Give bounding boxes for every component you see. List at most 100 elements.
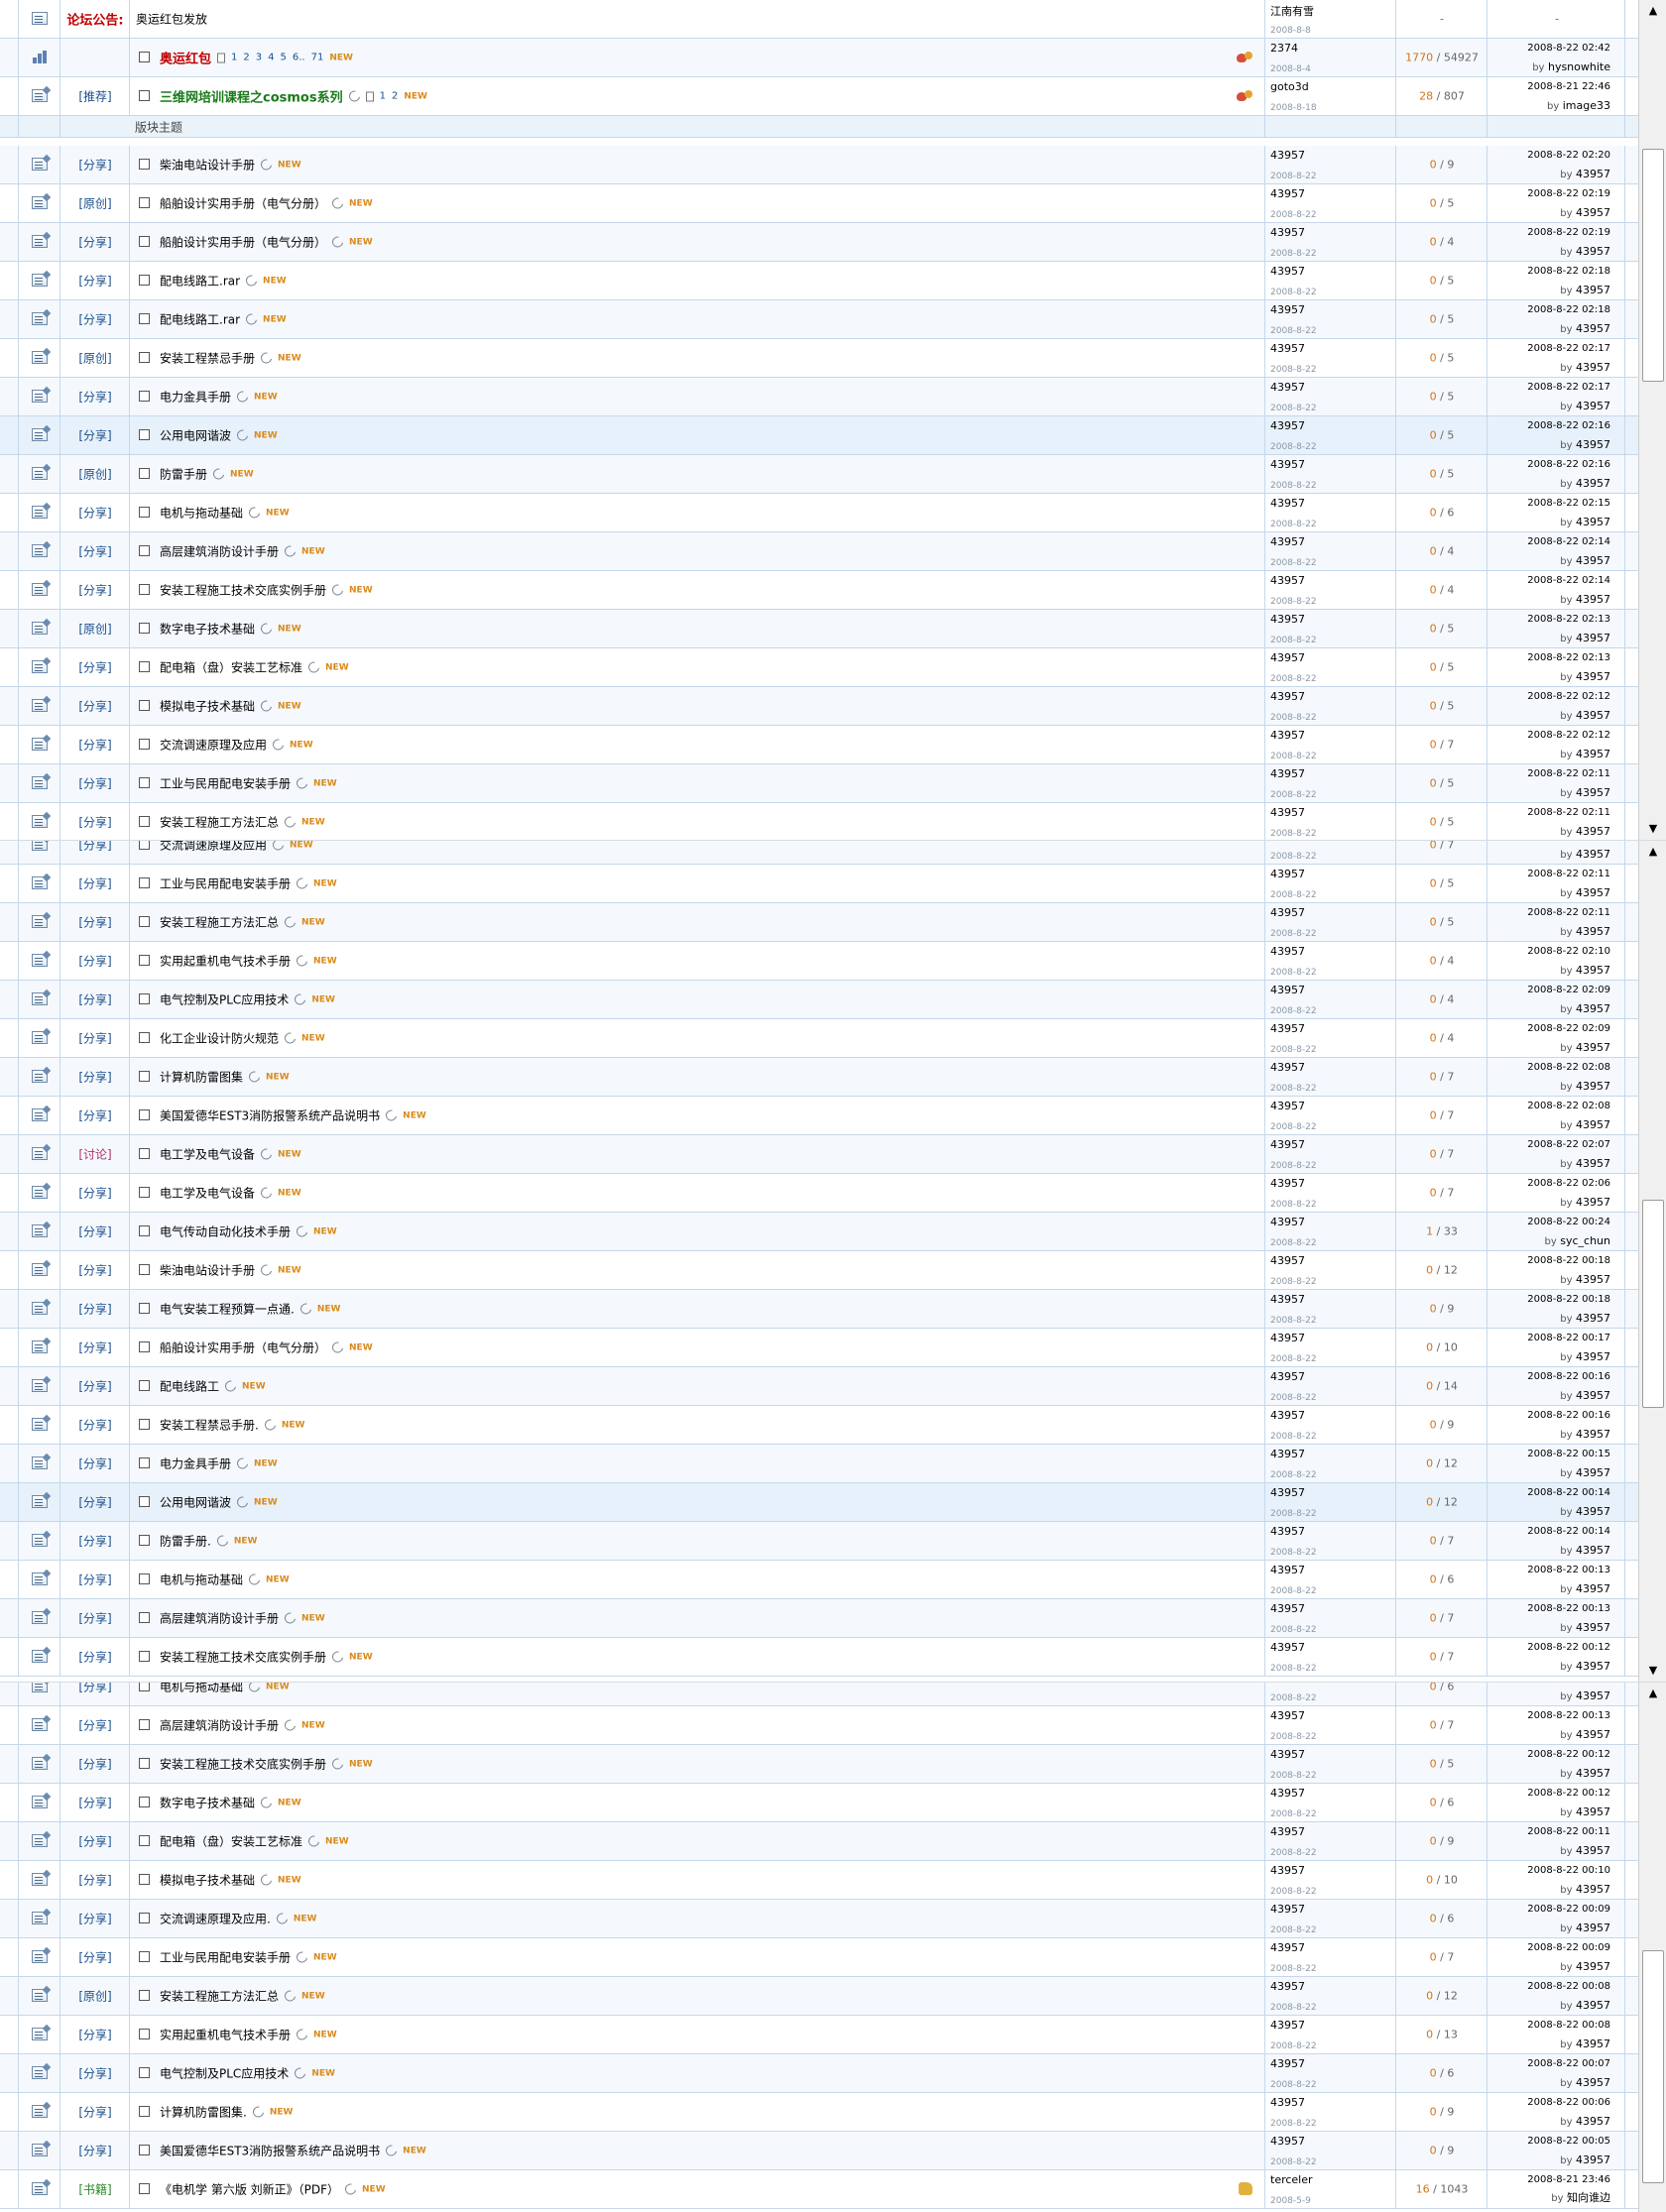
topic-title-link[interactable]: 高层建筑消防设计手册 <box>160 1717 279 1734</box>
author-link[interactable]: 43957 <box>1270 342 1305 355</box>
last-poster-link[interactable]: 43957 <box>1576 1921 1610 1934</box>
author-link[interactable]: 43957 <box>1270 2135 1305 2148</box>
topic-title-link[interactable]: 模拟电子技术基础 <box>160 1872 255 1889</box>
topic-status-icon[interactable] <box>32 1340 48 1353</box>
topic-status-icon[interactable] <box>32 235 48 248</box>
last-post-time-link[interactable]: 2008-8-21 22:46 <box>1527 81 1610 92</box>
vertical-scrollbar[interactable]: ▲ ▼ <box>1638 841 1666 1682</box>
topic-type-link[interactable]: [分享] <box>60 1649 130 1666</box>
topic-type-link[interactable]: [原创] <box>60 195 130 212</box>
author-link[interactable]: terceler <box>1270 2173 1313 2186</box>
topic-type-link[interactable]: [分享] <box>60 427 130 444</box>
topic-select-checkbox[interactable] <box>139 313 150 324</box>
last-post-time-link[interactable]: 2008-8-22 00:12 <box>1527 1642 1610 1653</box>
topic-type-link[interactable]: [讨论] <box>60 1146 130 1163</box>
page-link[interactable]: 2 <box>392 91 398 102</box>
topic-title-link[interactable]: 工业与民用配电安装手册 <box>160 875 291 892</box>
topic-title-link[interactable]: 电力金具手册 <box>160 1455 231 1472</box>
topic-status-icon[interactable] <box>32 2144 48 2156</box>
topic-type-link[interactable]: [分享] <box>60 1717 130 1734</box>
topic-select-checkbox[interactable] <box>139 1225 150 1236</box>
topic-select-checkbox[interactable] <box>139 955 150 966</box>
topic-select-checkbox[interactable] <box>139 1032 150 1043</box>
topic-type-link[interactable]: [分享] <box>60 775 130 792</box>
last-poster-link[interactable]: 43957 <box>1576 925 1610 938</box>
topic-type-link[interactable]: [分享] <box>60 1107 130 1124</box>
last-poster-link[interactable]: 43957 <box>1576 361 1610 374</box>
topic-type-link[interactable]: [分享] <box>60 234 130 251</box>
topic-status-icon[interactable] <box>32 2066 48 2079</box>
topic-status-icon[interactable] <box>32 622 48 635</box>
scroll-down-icon[interactable]: ▼ <box>1643 1662 1663 1680</box>
page-link[interactable]: 5 <box>281 53 287 63</box>
scroll-thumb[interactable] <box>1642 149 1664 382</box>
last-post-time-link[interactable]: 2008-8-22 00:24 <box>1527 1217 1610 1227</box>
topic-type-link[interactable]: [分享] <box>60 1683 130 1695</box>
topic-select-checkbox[interactable] <box>139 1797 150 1807</box>
last-poster-link[interactable]: 43957 <box>1576 245 1610 258</box>
last-poster-link[interactable]: hysnowhite <box>1548 60 1610 73</box>
page-link[interactable]: 71 <box>311 53 324 63</box>
last-poster-link[interactable]: 43957 <box>1576 477 1610 490</box>
last-poster-link[interactable]: syc_chun <box>1560 1234 1610 1247</box>
author-link[interactable]: goto3d <box>1270 80 1309 93</box>
last-poster-link[interactable]: 43957 <box>1576 1767 1610 1780</box>
last-poster-link[interactable]: 43957 <box>1576 1080 1610 1093</box>
topic-title-link[interactable]: 船舶设计实用手册（电气分册） <box>160 234 326 251</box>
last-post-time-link[interactable]: 2008-8-22 00:05 <box>1527 2136 1610 2147</box>
topic-title-link[interactable]: 数字电子技术基础 <box>160 1795 255 1811</box>
topic-title-link[interactable]: 安装工程施工方法汇总 <box>160 814 279 831</box>
topic-type-link[interactable]: [分享] <box>60 1262 130 1279</box>
topic-status-icon[interactable] <box>32 506 48 519</box>
topic-status-icon[interactable] <box>32 1147 48 1160</box>
topic-row[interactable]: [分享] 电机与拖动基础 NEW 43957 2008-8-22 0 / 6 2008-8-… <box>0 1561 1666 1599</box>
topic-row[interactable]: [分享] 电气控制及PLC应用技术 NEW 43957 2008-8-22 0 / 4 20… <box>0 981 1666 1019</box>
topic-title-link[interactable]: 电气安装工程预算一点通. <box>160 1301 295 1318</box>
author-link[interactable]: 43957 <box>1270 1448 1305 1460</box>
topic-type-link[interactable]: [原创] <box>60 466 130 483</box>
topic-row[interactable]: [原创] 船舶设计实用手册（电气分册） NEW 43957 2008-8-22 0 / 5… <box>0 184 1666 223</box>
topic-title-link[interactable]: 工业与民用配电安装手册 <box>160 1949 291 1966</box>
topic-status-icon[interactable] <box>32 2182 48 2195</box>
topic-title-link[interactable]: 美国爱德华EST3消防报警系统产品说明书 <box>160 1107 380 1124</box>
last-post-time-link[interactable]: 2008-8-22 02:11 <box>1527 768 1610 779</box>
topic-type-link[interactable]: [分享] <box>60 582 130 599</box>
last-post-time-link[interactable]: 2008-8-22 02:11 <box>1527 869 1610 879</box>
author-link[interactable]: 43957 <box>1270 1254 1305 1267</box>
topic-row[interactable]: [分享] 电气安装工程预算一点通. NEW 43957 2008-8-22 0 / 9 20… <box>0 1290 1666 1329</box>
topic-select-checkbox[interactable] <box>139 1874 150 1885</box>
topic-select-checkbox[interactable] <box>139 1951 150 1962</box>
topic-select-checkbox[interactable] <box>139 2029 150 2039</box>
topic-title-link[interactable]: 配电线路工.rar <box>160 311 240 328</box>
topic-status-icon[interactable] <box>32 390 48 403</box>
topic-title-link[interactable]: 计算机防雷图集 <box>160 1069 243 1086</box>
last-post-time-link[interactable]: 2008-8-22 02:19 <box>1527 188 1610 199</box>
topic-status-icon[interactable] <box>32 992 48 1005</box>
topic-select-checkbox[interactable] <box>139 816 150 827</box>
last-poster-link[interactable]: 43957 <box>1576 1312 1610 1325</box>
author-link[interactable]: 43957 <box>1270 806 1305 819</box>
topic-status-icon[interactable] <box>32 876 48 889</box>
pinned-topic-row[interactable]: [推荐] 三维网培训课程之cosmos系列 1 2 NEW goto3d 2008-8-18… <box>0 77 1666 116</box>
topic-status-icon[interactable] <box>32 196 48 209</box>
last-poster-link[interactable]: 43957 <box>1576 168 1610 180</box>
topic-select-checkbox[interactable] <box>139 993 150 1004</box>
author-link[interactable]: 43957 <box>1270 187 1305 200</box>
topic-status-icon[interactable] <box>32 738 48 751</box>
last-poster-link[interactable]: image33 <box>1563 99 1610 112</box>
author-link[interactable]: 43957 <box>1270 1022 1305 1035</box>
page-link[interactable]: 1 <box>380 91 386 102</box>
last-post-time-link[interactable]: 2008-8-22 02:08 <box>1527 1062 1610 1073</box>
last-poster-link[interactable]: 43957 <box>1576 1621 1610 1634</box>
topic-type-link[interactable]: [分享] <box>60 1339 130 1356</box>
topic-type-link[interactable]: [推荐] <box>60 88 130 105</box>
topic-select-checkbox[interactable] <box>139 623 150 634</box>
topic-status-icon[interactable] <box>32 1796 48 1808</box>
last-poster-link[interactable]: 43957 <box>1576 1844 1610 1857</box>
topic-select-checkbox[interactable] <box>139 1187 150 1198</box>
topic-row[interactable]: [分享] 计算机防雷图集. NEW 43957 2008-8-22 0 / 9 2008-8… <box>0 2093 1666 2132</box>
last-post-time-link[interactable]: 2008-8-22 00:11 <box>1527 1826 1610 1837</box>
last-poster-link[interactable]: 43957 <box>1576 1883 1610 1896</box>
topic-type-link[interactable]: [分享] <box>60 505 130 522</box>
topic-select-checkbox[interactable] <box>139 700 150 711</box>
